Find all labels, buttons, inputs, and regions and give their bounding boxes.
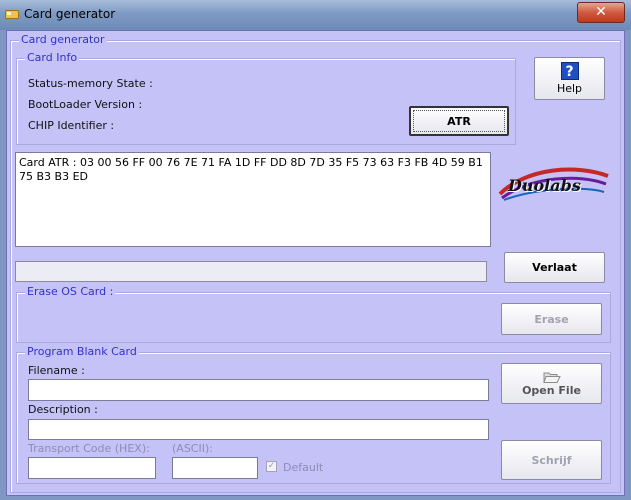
atr-output-textbox[interactable]: Card ATR : 03 00 56 FF 00 76 7E 71 FA 1D… (15, 152, 491, 247)
transport-code-ascii-input[interactable] (172, 457, 258, 479)
program-blank-card-group: Program Blank Card Filename : Descriptio… (16, 345, 611, 484)
duolabs-logo: Duolabs (496, 164, 612, 204)
atr-button[interactable]: ATR (409, 106, 509, 136)
open-file-button-label: Open File (522, 384, 581, 397)
focus-rect (413, 110, 505, 132)
transport-code-ascii-label: (ASCII): (172, 442, 213, 455)
logo-text: Duolabs (508, 176, 581, 195)
program-blank-card-group-label: Program Blank Card (25, 345, 139, 358)
card-generator-group-label: Card generator (19, 33, 107, 46)
folder-open-icon (542, 372, 561, 383)
bootloader-version-label: BootLoader Version : (28, 98, 143, 111)
close-button[interactable]: ✕ (577, 2, 625, 23)
card-info-group-label: Card Info (25, 51, 80, 64)
filename-input[interactable] (28, 379, 489, 401)
default-checkbox-label: Default (283, 461, 324, 474)
window-title: Card generator (24, 7, 116, 21)
filename-label: Filename : (28, 364, 85, 377)
description-label: Description : (28, 403, 98, 416)
verlaat-button[interactable]: Verlaat (504, 252, 605, 283)
transport-code-hex-input[interactable] (28, 457, 156, 479)
verlaat-button-label: Verlaat (532, 261, 577, 274)
help-icon: ? (560, 62, 579, 80)
schrijf-button[interactable]: Schrijf (501, 440, 602, 480)
erase-os-card-group-label: Erase OS Card : (25, 285, 116, 298)
card-info-group: Card Info Status-memory State : BootLoad… (16, 51, 516, 145)
client-area: Card generator Card Info Status-memory S… (6, 30, 625, 496)
help-button-label: Help (556, 82, 583, 95)
transport-code-hex-label: Transport Code (HEX): (28, 442, 150, 455)
progress-bar (15, 261, 487, 282)
erase-button[interactable]: Erase (501, 303, 602, 335)
chip-identifier-label: CHIP Identifier : (28, 119, 115, 132)
title-bar[interactable]: Card generator ✕ (0, 0, 631, 30)
erase-button-label: Erase (534, 312, 569, 326)
default-checkbox[interactable]: ✓ (266, 461, 277, 472)
status-memory-label: Status-memory State : (28, 77, 153, 90)
card-icon (5, 10, 19, 19)
help-button[interactable]: ? Help (534, 57, 605, 100)
description-input[interactable] (28, 419, 489, 440)
close-icon: ✕ (595, 4, 607, 20)
schrijf-button-label: Schrijf (531, 453, 572, 467)
open-file-button[interactable]: Open File (501, 363, 602, 404)
erase-os-card-group: Erase OS Card : Erase (16, 285, 611, 343)
